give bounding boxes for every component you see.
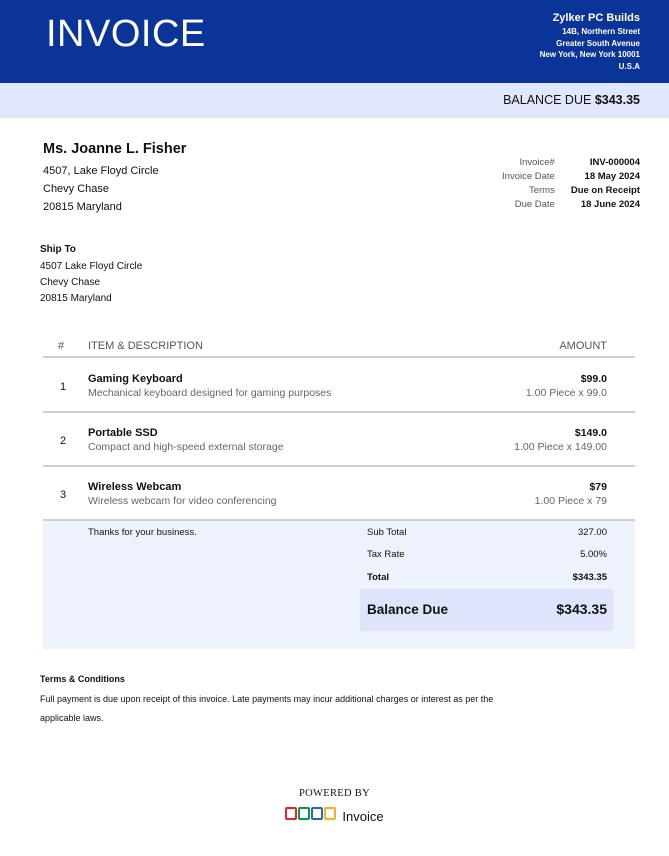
item-number: 3 — [60, 489, 67, 501]
customer-name: Ms. Joanne L. Fisher — [43, 141, 187, 157]
meta-label: Invoice Date — [502, 171, 555, 182]
terms-text-line: Full payment is due upon receipt of this… — [40, 694, 494, 704]
invoice-title: INVOICE — [46, 13, 206, 55]
balance-due-bar: BALANCE DUE $343.35 — [0, 83, 669, 118]
bill-to-line: 20815 Maryland — [43, 201, 122, 213]
item-price: $99.0 — [580, 373, 607, 385]
company-address-line: 14B, Northern Street — [562, 27, 640, 36]
ship-to-line: 20815 Maryland — [40, 293, 112, 304]
meta-label: Invoice# — [519, 157, 555, 168]
company-address-line: Greater South Avenue — [556, 38, 640, 48]
ship-to: Ship To 4507 Lake Floyd Circle Chevy Cha… — [40, 244, 142, 307]
meta-value: 18 June 2024 — [580, 199, 640, 210]
zoho-logo-icon — [285, 807, 337, 825]
company-info: Zylker PC Builds 14B, Northern Street Gr… — [540, 12, 640, 72]
terms-text-line: applicable laws. — [40, 713, 104, 723]
item-description: Compact and high-speed external storage — [88, 441, 284, 453]
item-price: $149.0 — [574, 427, 607, 439]
total-label: Total — [367, 572, 389, 583]
item-name: Gaming Keyboard — [88, 373, 183, 385]
item-name: Portable SSD — [88, 427, 158, 439]
item-quantity: 1.00 Piece x 149.00 — [514, 441, 607, 453]
bill-to-line: 4507, Lake Floyd Circle — [43, 165, 159, 177]
brand-logo: Invoice — [285, 807, 384, 825]
ship-to-line: Chevy Chase — [40, 277, 101, 288]
balance-due-box-label: Balance Due — [367, 602, 449, 617]
meta-value: 18 May 2024 — [584, 171, 640, 182]
meta-row-invoice-number: Invoice# INV-000004 — [502, 156, 640, 170]
item-name: Wireless Webcam — [88, 481, 182, 493]
column-header-amount: AMOUNT — [559, 340, 607, 352]
company-name: Zylker PC Builds — [552, 12, 640, 24]
tax-rate-label: Tax Rate — [367, 549, 405, 560]
tax-rate-value: 5.00% — [580, 549, 607, 560]
bill-to-line: Chevy Chase — [43, 183, 110, 195]
meta-label: Due Date — [514, 199, 555, 210]
totals-section: Thanks for your business. Sub Total 327.… — [43, 521, 635, 649]
total-value: $343.35 — [572, 572, 607, 583]
meta-row-due-date: Due Date 18 June 2024 — [502, 198, 640, 212]
meta-value: INV-000004 — [589, 157, 640, 168]
company-address-line: New York, New York 10001 — [539, 50, 640, 59]
table-row: 3 Wireless Webcam Wireless webcam for vi… — [43, 467, 635, 521]
thanks-note: Thanks for your business. — [88, 527, 197, 538]
item-number: 1 — [60, 381, 67, 393]
meta-label: Terms — [528, 185, 555, 196]
items-table-header: # ITEM & DESCRIPTION AMOUNT — [43, 339, 635, 358]
meta-value: Due on Receipt — [570, 185, 640, 196]
table-row: 1 Gaming Keyboard Mechanical keyboard de… — [43, 359, 635, 413]
item-description: Mechanical keyboard designed for gaming … — [88, 387, 332, 399]
powered-by-footer: POWERED BY Invoice — [0, 788, 669, 825]
balance-due-box: Balance Due $343.35 — [360, 589, 613, 631]
ship-to-label: Ship To — [40, 244, 76, 255]
item-description: Wireless webcam for video conferencing — [88, 495, 277, 507]
sub-total-value: 327.00 — [577, 527, 607, 538]
item-quantity: 1.00 Piece x 79 — [534, 495, 607, 507]
ship-to-line: 4507 Lake Floyd Circle — [40, 261, 143, 272]
item-number: 2 — [60, 435, 67, 447]
bill-to: Ms. Joanne L. Fisher 4507, Lake Floyd Ci… — [43, 141, 186, 216]
table-row: 2 Portable SSD Compact and high-speed ex… — [43, 413, 635, 467]
balance-due-amount: $343.35 — [594, 93, 640, 107]
balance-due-box-value: $343.35 — [556, 601, 607, 617]
meta-row-terms: Terms Due on Receipt — [502, 184, 640, 198]
company-address-line: U.S.A — [618, 61, 640, 71]
item-price: $79 — [589, 481, 607, 493]
terms-label: Terms & Conditions — [40, 674, 125, 684]
balance-due-summary: BALANCE DUE $343.35 — [503, 93, 640, 107]
sub-total-label: Sub Total — [367, 527, 407, 538]
balance-due-label: BALANCE DUE — [503, 93, 592, 107]
column-header-number: # — [58, 340, 65, 352]
meta-row-invoice-date: Invoice Date 18 May 2024 — [502, 170, 640, 184]
invoice-header: INVOICE Zylker PC Builds 14B, Northern S… — [0, 0, 669, 83]
terms-and-conditions: Terms & Conditions Full payment is due u… — [40, 674, 560, 728]
brand-name: Invoice — [342, 808, 384, 824]
item-quantity: 1.00 Piece x 99.0 — [525, 387, 607, 399]
powered-by-label: POWERED BY — [299, 788, 370, 799]
column-header-description: ITEM & DESCRIPTION — [88, 340, 203, 352]
invoice-meta: Invoice# INV-000004 Invoice Date 18 May … — [502, 156, 640, 212]
